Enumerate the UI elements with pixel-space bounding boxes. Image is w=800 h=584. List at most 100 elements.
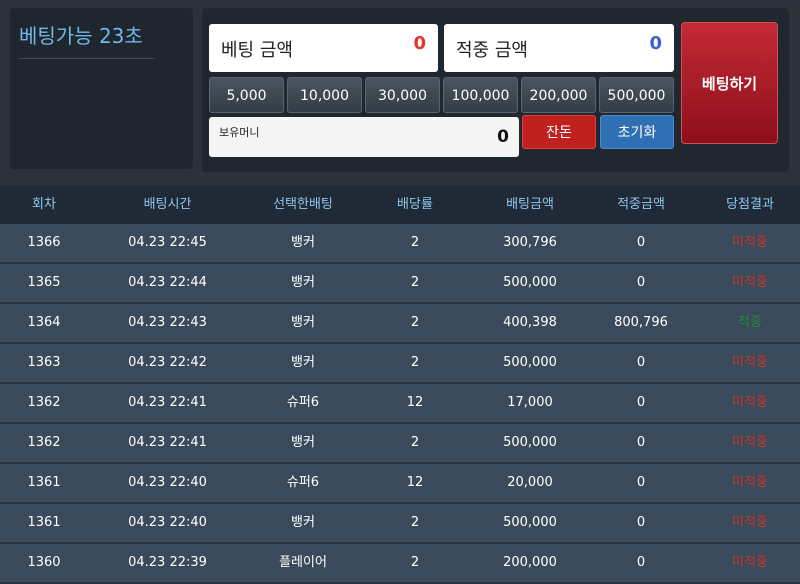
cell-selection: 뱅커: [291, 515, 315, 530]
cell-bet-amount: 500,000: [503, 435, 557, 450]
cell-result: 미적중: [732, 275, 768, 290]
cell-result: 미적중: [732, 355, 768, 370]
cell-round: 1366: [27, 235, 61, 250]
balance-value: 0: [497, 127, 509, 147]
bet-amount-box: 베팅 금액 0: [209, 24, 438, 72]
table-row: 1364 04.23 22:43 뱅커 2 400,398 800,796 적중: [0, 304, 800, 344]
cell-bet-amount: 200,000: [503, 555, 557, 570]
cell-bet-time: 04.23 22:42: [128, 355, 207, 370]
header-result: 당첨결과: [726, 197, 774, 212]
cell-result: 미적중: [732, 395, 768, 410]
table-row: 1365 04.23 22:44 뱅커 2 500,000 0 미적중: [0, 264, 800, 304]
cell-bet-time: 04.23 22:40: [128, 515, 207, 530]
header-odds: 배당률: [397, 197, 433, 212]
cell-odds: 2: [410, 235, 420, 250]
cell-selection: 뱅커: [291, 275, 315, 290]
table-row: 1363 04.23 22:42 뱅커 2 500,000 0 미적중: [0, 344, 800, 384]
bet-panel: 베팅 금액 0 적중 금액 0 5,000 10,000 30,000 100,…: [202, 8, 789, 172]
cell-odds: 2: [410, 435, 420, 450]
cell-round: 1360: [27, 555, 61, 570]
header-bet-amount: 배팅금액: [506, 197, 554, 212]
cell-win-amount: 0: [636, 515, 646, 530]
table-row: 1362 04.23 22:41 뱅커 2 500,000 0 미적중: [0, 424, 800, 464]
cell-bet-amount: 20,000: [507, 475, 553, 490]
cell-selection: 뱅커: [291, 235, 315, 250]
cell-round: 1362: [27, 395, 61, 410]
chip-5000-button[interactable]: 5,000: [209, 77, 284, 113]
cell-odds: 2: [410, 355, 420, 370]
place-bet-button[interactable]: 베팅하기: [681, 22, 778, 144]
chip-500000-button[interactable]: 500,000: [599, 77, 674, 113]
table-header: 회차 배팅시간 선택한배팅 배당률 배팅금액 적중금액 당첨결과: [0, 186, 800, 224]
cell-bet-time: 04.23 22:41: [128, 395, 207, 410]
cell-bet-amount: 400,398: [503, 315, 557, 330]
cell-selection: 뱅커: [291, 315, 315, 330]
cell-win-amount: 800,796: [614, 315, 668, 330]
cell-bet-amount: 500,000: [503, 515, 557, 530]
cell-bet-time: 04.23 22:43: [128, 315, 207, 330]
win-amount-box: 적중 금액 0: [444, 24, 674, 72]
table-row: 1361 04.23 22:40 뱅커 2 500,000 0 미적중: [0, 504, 800, 544]
cell-win-amount: 0: [636, 555, 646, 570]
cell-win-amount: 0: [636, 435, 646, 450]
cell-selection: 뱅커: [291, 355, 315, 370]
bet-amount-value: 0: [413, 33, 426, 54]
chip-30000-button[interactable]: 30,000: [365, 77, 440, 113]
cell-odds: 12: [406, 475, 424, 490]
win-amount-value: 0: [649, 33, 662, 54]
timer-panel: 베팅가능 23초: [10, 8, 193, 169]
cell-odds: 2: [410, 515, 420, 530]
chip-10000-button[interactable]: 10,000: [287, 77, 362, 113]
cell-bet-amount: 500,000: [503, 275, 557, 290]
chip-100000-button[interactable]: 100,000: [443, 77, 518, 113]
table-row: 1366 04.23 22:45 뱅커 2 300,796 0 미적중: [0, 224, 800, 264]
balance-box: 보유머니 0: [209, 117, 519, 157]
header-selection: 선택한배팅: [273, 197, 333, 212]
change-button[interactable]: 잔돈: [522, 115, 596, 149]
cell-win-amount: 0: [636, 235, 646, 250]
cell-result: 미적중: [732, 555, 768, 570]
cell-bet-time: 04.23 22:39: [128, 555, 207, 570]
bet-amount-label: 베팅 금액: [221, 40, 293, 61]
cell-selection: 슈퍼6: [286, 395, 320, 410]
header-bet-time: 배팅시간: [143, 197, 192, 212]
cell-odds: 2: [410, 555, 420, 570]
table-row: 1360 04.23 22:39 플레이어 2 200,000 0 미적중: [0, 544, 800, 584]
cell-result: 미적중: [732, 235, 768, 250]
cell-round: 1363: [27, 355, 61, 370]
header-round: 회차: [32, 197, 56, 212]
cell-odds: 12: [406, 395, 424, 410]
cell-round: 1362: [27, 435, 61, 450]
cell-bet-amount: 300,796: [503, 235, 557, 250]
cell-result: 미적중: [732, 475, 768, 490]
cell-win-amount: 0: [636, 475, 646, 490]
balance-label: 보유머니: [219, 126, 260, 139]
cell-bet-time: 04.23 22:41: [128, 435, 207, 450]
table-row: 1362 04.23 22:41 슈퍼6 12 17,000 0 미적중: [0, 384, 800, 424]
chip-200000-button[interactable]: 200,000: [521, 77, 596, 113]
header-win-amount: 적중금액: [617, 197, 665, 212]
cell-round: 1364: [27, 315, 61, 330]
table-row: 1361 04.23 22:40 슈퍼6 12 20,000 0 미적중: [0, 464, 800, 504]
cell-win-amount: 0: [636, 395, 646, 410]
cell-selection: 슈퍼6: [286, 475, 320, 490]
cell-result: 적중: [738, 315, 762, 330]
cell-round: 1365: [27, 275, 61, 290]
cell-bet-time: 04.23 22:40: [128, 475, 207, 490]
cell-bet-time: 04.23 22:44: [128, 275, 207, 290]
cell-bet-amount: 17,000: [507, 395, 553, 410]
cell-bet-time: 04.23 22:45: [128, 235, 207, 250]
cell-selection: 플레이어: [279, 555, 327, 570]
betting-timer: 베팅가능 23초: [19, 20, 155, 59]
cell-win-amount: 0: [636, 275, 646, 290]
reset-button[interactable]: 초기화: [600, 115, 674, 149]
cell-round: 1361: [27, 515, 61, 530]
cell-result: 미적중: [732, 435, 768, 450]
cell-result: 미적중: [732, 515, 768, 530]
cell-odds: 2: [410, 275, 420, 290]
cell-win-amount: 0: [636, 355, 646, 370]
betting-header: 베팅가능 23초 베팅 금액 0 적중 금액 0 5,000 10,000 30…: [0, 0, 800, 186]
cell-bet-amount: 500,000: [503, 355, 557, 370]
cell-odds: 2: [410, 315, 420, 330]
win-amount-label: 적중 금액: [456, 40, 528, 61]
